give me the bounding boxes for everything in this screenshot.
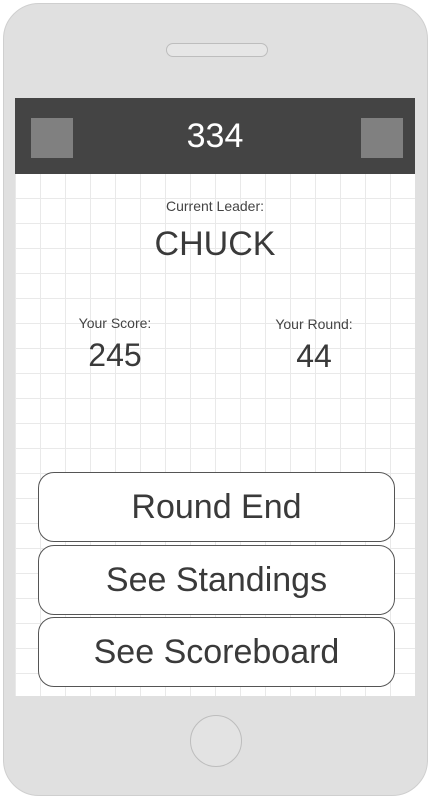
speaker-slot xyxy=(166,43,268,57)
round-stat: Your Round: 44 xyxy=(234,316,394,375)
header-title: 334 xyxy=(186,117,244,155)
app-screen: 334 Current Leader: CHUCK Your Score: 24… xyxy=(15,98,415,696)
right-square-icon[interactable] xyxy=(361,118,403,158)
current-leader-name: CHUCK xyxy=(154,225,276,263)
see-scoreboard-button[interactable]: See Scoreboard xyxy=(38,617,395,687)
round-value: 44 xyxy=(296,338,332,374)
current-leader-label: Current Leader: xyxy=(165,198,265,214)
round-label: Your Round: xyxy=(275,316,353,332)
round-end-button[interactable]: Round End xyxy=(38,472,395,542)
score-value: 245 xyxy=(88,337,142,373)
see-standings-button[interactable]: See Standings xyxy=(38,545,395,615)
score-stat: Your Score: 245 xyxy=(35,315,195,374)
header-bar: 334 xyxy=(15,98,415,174)
home-button[interactable] xyxy=(190,715,242,767)
phone-frame: 334 Current Leader: CHUCK Your Score: 24… xyxy=(3,3,428,796)
score-label: Your Score: xyxy=(78,315,152,331)
